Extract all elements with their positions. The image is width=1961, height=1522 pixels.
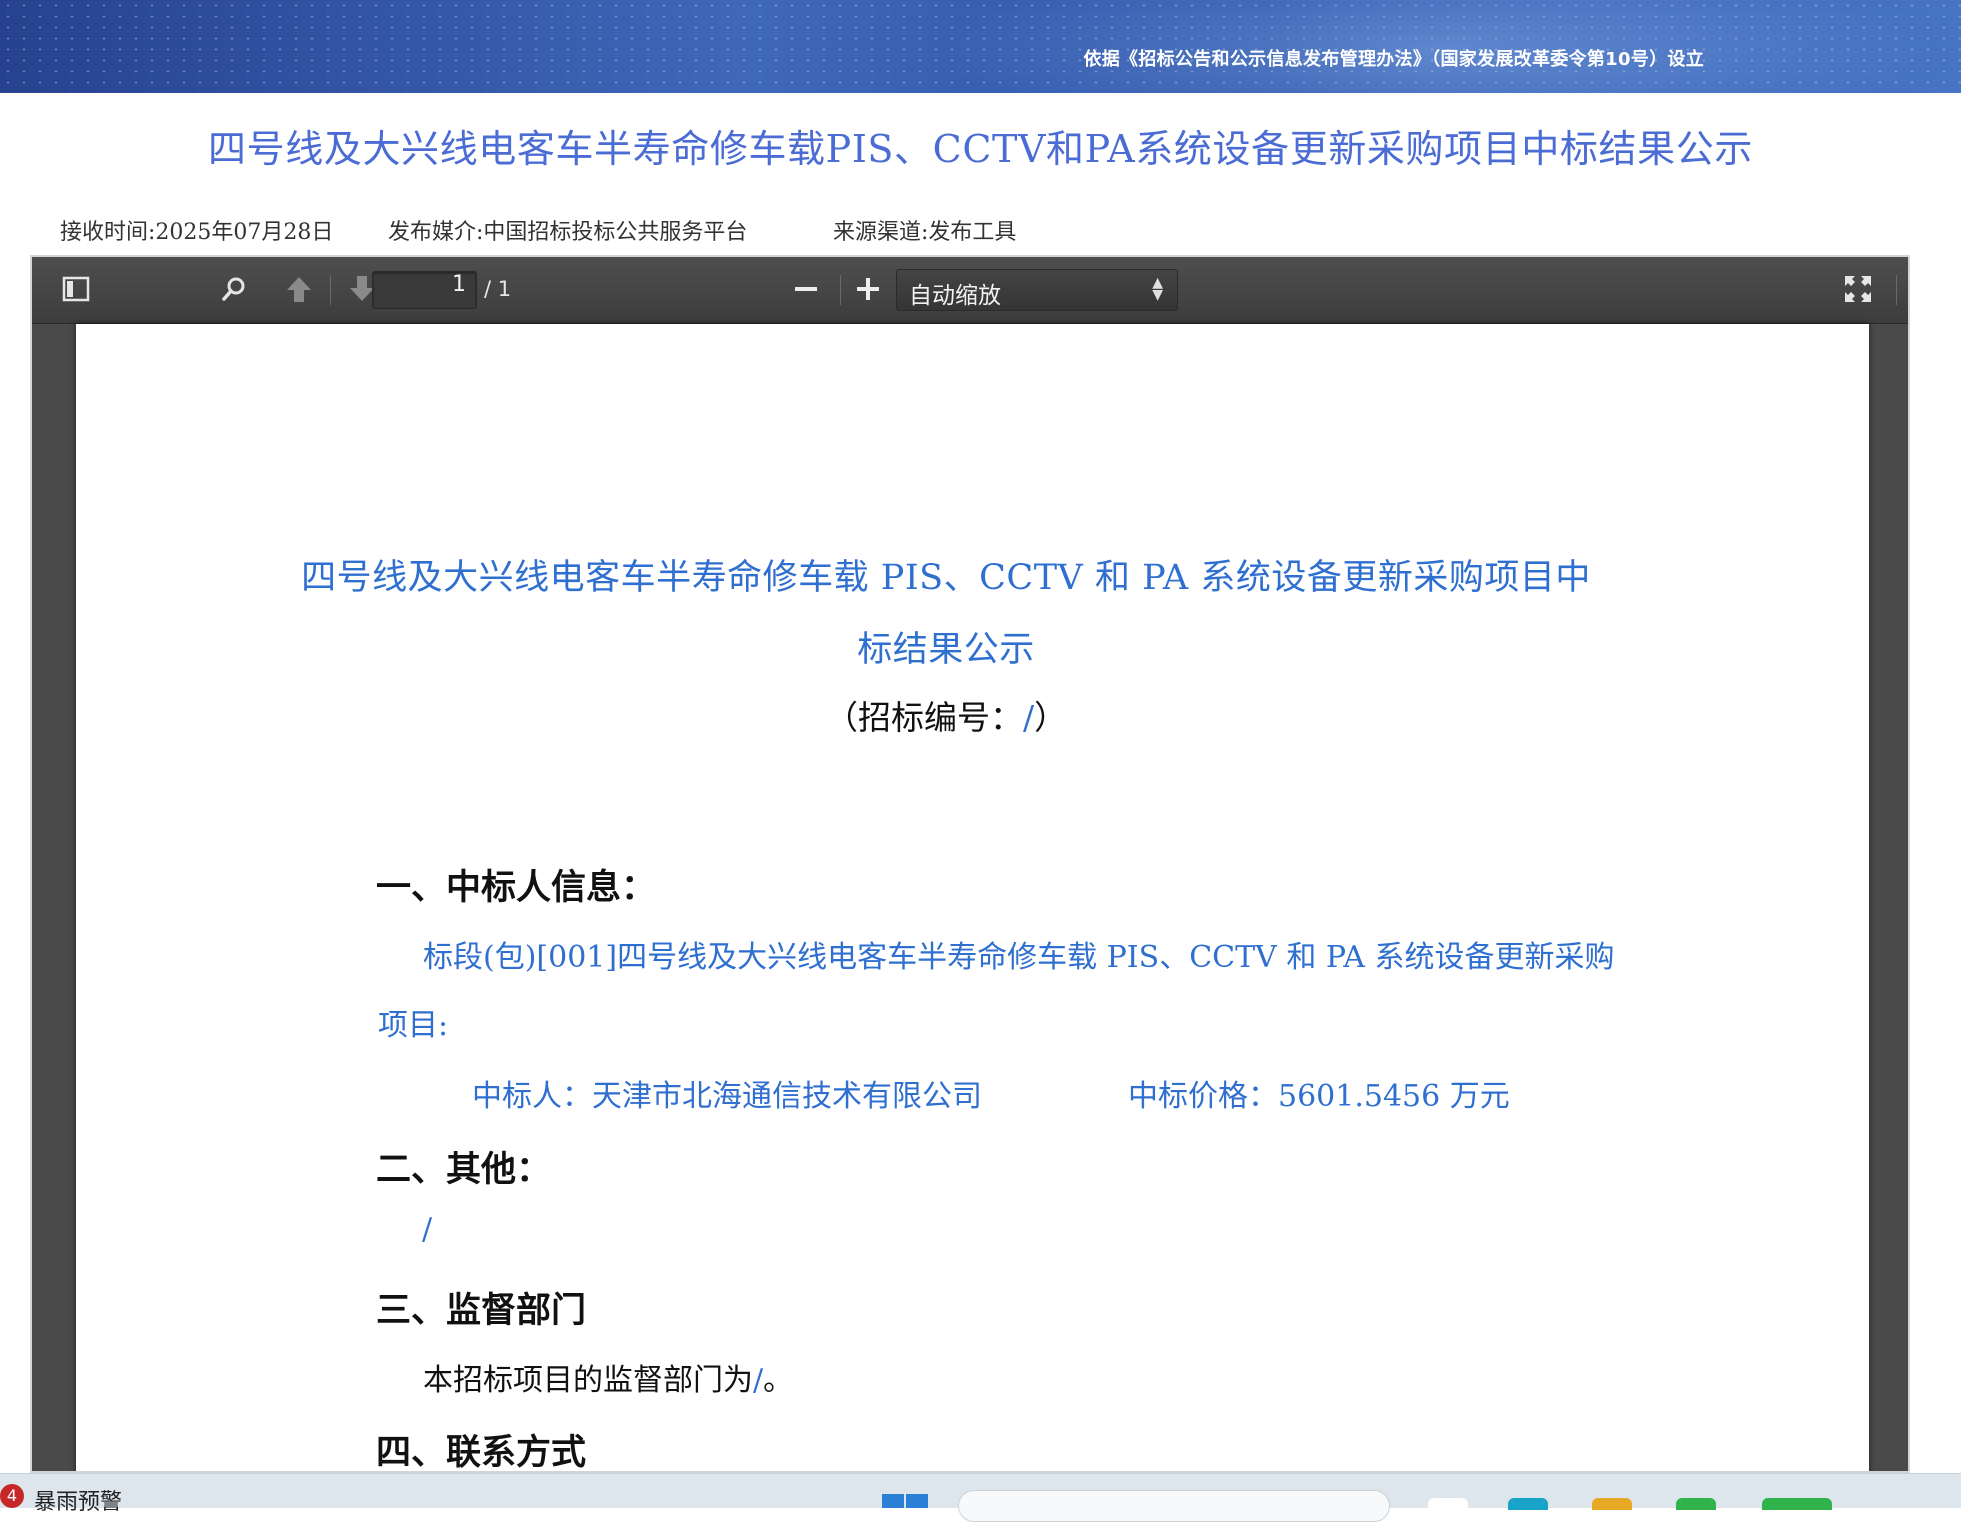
zoom-in-button[interactable]	[846, 270, 890, 308]
site-banner: 依据《招标公告和公示信息发布管理办法》（国家发展改革委令第10号）设立	[0, 0, 1961, 93]
document-title-line2: 标结果公示	[857, 630, 1035, 670]
lot-line1: 标段(包)[001]四号线及大兴线电客车半寿命修车载 PIS、CCTV 和 PA…	[423, 940, 1615, 975]
supervision-text-suffix: 。	[763, 1363, 794, 1398]
banner-basis-text: 依据《招标公告和公示信息发布管理办法》（国家发展改革委令第10号）设立	[1083, 49, 1704, 70]
os-taskbar: 4 暴雨预警	[0, 1473, 1961, 1522]
fullscreen-button[interactable]	[1836, 270, 1880, 308]
source-channel: 来源渠道:发布工具	[833, 220, 1017, 245]
section2-heading: 二、其他：	[376, 1149, 552, 1190]
zoom-out-icon	[795, 287, 817, 291]
zoom-select[interactable]: 自动缩放 ▲ ▼	[896, 269, 1178, 311]
tender-code-suffix: ）	[1034, 698, 1068, 737]
pdf-viewer: 1 / 1 自动缩放 ▲ ▼ 四号线及大兴线电客车半寿命修车载 PIS、CCTV…	[30, 255, 1910, 1473]
find-button[interactable]	[212, 270, 256, 308]
section4-heading: 四、联系方式	[376, 1432, 587, 1473]
lot-line2: 项目:	[378, 1008, 449, 1043]
tender-code-prefix: （招标编号：	[824, 698, 1023, 737]
select-arrows-icon: ▲ ▼	[1152, 275, 1163, 303]
winning-price: 中标价格：5601.5456 万元	[1128, 1079, 1510, 1114]
received-time: 接收时间:2025年07月28日	[60, 220, 334, 245]
toolbar-separator	[1896, 275, 1897, 305]
page-total: / 1	[484, 277, 512, 301]
document-title-line1: 四号线及大兴线电客车半寿命修车载 PIS、CCTV 和 PA 系统设备更新采购项…	[301, 558, 1591, 598]
fullscreen-icon	[1845, 276, 1871, 302]
taskbar-app-icon[interactable]	[1762, 1498, 1832, 1510]
zoom-in-icon	[857, 278, 879, 300]
sidebar-toggle-button[interactable]	[54, 270, 98, 308]
search-icon	[222, 277, 245, 301]
supervision-text-prefix: 本招标项目的监督部门为	[423, 1363, 753, 1398]
section1-heading: 一、中标人信息：	[376, 867, 657, 908]
previous-page-button[interactable]	[277, 270, 321, 308]
zoom-out-button[interactable]	[784, 270, 828, 308]
section2-value: /	[422, 1212, 433, 1247]
publish-media: 发布媒介:中国招标投标公共服务平台	[388, 220, 748, 245]
tender-code-value: /	[1022, 698, 1035, 737]
taskbar-app-icon[interactable]	[1428, 1498, 1468, 1510]
page-title: 四号线及大兴线电客车半寿命修车载PIS、CCTV和PA系统设备更新采购项目中标结…	[208, 127, 1753, 171]
folder-icon[interactable]	[1592, 1498, 1632, 1510]
weather-alert[interactable]: 暴雨预警	[34, 1484, 122, 1516]
page-number-input[interactable]: 1	[372, 271, 477, 309]
taskbar-app-icon[interactable]	[1676, 1498, 1716, 1510]
sidebar-toggle-icon	[62, 276, 90, 302]
supervision-value: /	[753, 1363, 764, 1398]
taskbar-app-icon[interactable]	[1508, 1498, 1548, 1510]
pdf-page: 四号线及大兴线电客车半寿命修车载 PIS、CCTV 和 PA 系统设备更新采购项…	[76, 324, 1869, 1473]
tender-code: （招标编号：/）	[76, 691, 1816, 739]
notification-badge[interactable]: 4	[0, 1484, 24, 1508]
pdf-toolbar: 1 / 1 自动缩放 ▲ ▼	[32, 257, 1908, 324]
previous-page-icon	[287, 277, 311, 302]
zoom-select-value: 自动缩放	[909, 283, 1001, 309]
toolbar-separator	[330, 275, 331, 305]
section3-heading: 三、监督部门	[376, 1290, 587, 1331]
winner-name: 中标人：天津市北海通信技术有限公司	[472, 1079, 982, 1114]
toolbar-separator	[840, 275, 841, 305]
start-windows-icon[interactable]	[882, 1494, 928, 1508]
taskbar-search-box[interactable]	[958, 1490, 1390, 1522]
supervision-text: 本招标项目的监督部门为/。	[423, 1355, 793, 1399]
